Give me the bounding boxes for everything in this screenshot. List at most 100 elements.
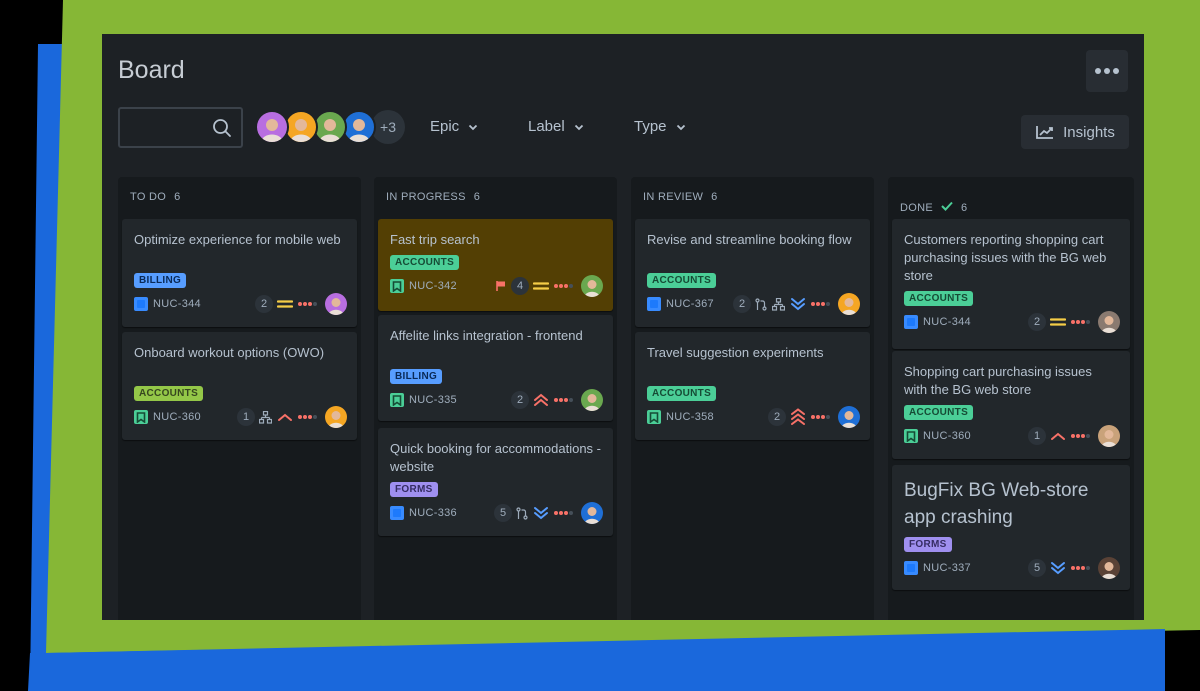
insights-button[interactable]: Insights	[1021, 115, 1129, 149]
priority-medium-icon	[1050, 318, 1066, 326]
child-issues-icon-wrap	[772, 297, 785, 311]
column-count: 6	[174, 191, 181, 203]
progress-dots-icon	[298, 415, 317, 419]
filter-label-label: Label	[528, 118, 565, 135]
person-icon	[1101, 430, 1117, 447]
person-icon	[328, 298, 344, 315]
avatar[interactable]	[313, 110, 347, 144]
person-icon	[328, 411, 344, 428]
issue-footer: NUC-342 4	[390, 275, 603, 297]
issue-title: Optimize experience for mobile web	[134, 232, 341, 247]
issue-card[interactable]: Onboard workout options (OWO) ACCOUNTS NUC…	[122, 332, 357, 440]
column-count: 6	[960, 201, 968, 214]
label-lozenge[interactable]: ACCOUNTS	[904, 291, 974, 306]
issue-title: BugFix BG Web-store app crashing	[904, 480, 1089, 528]
more-dot-icon	[1095, 68, 1101, 74]
issue-key[interactable]: NUC-337	[923, 562, 971, 574]
task-type-icon	[904, 561, 918, 575]
chart-trend-icon	[1036, 126, 1054, 139]
more-actions-button[interactable]	[1086, 50, 1128, 92]
assignee-avatar[interactable]	[1098, 557, 1120, 579]
issue-card[interactable]: Fast trip search ACCOUNTS NUC-342 4	[378, 219, 613, 311]
issue-key[interactable]: NUC-360	[923, 430, 971, 442]
story-type-icon	[134, 410, 148, 424]
task-type-icon	[390, 506, 404, 520]
priority-lowest-icon-wrap	[1050, 561, 1066, 575]
label-lozenge[interactable]: ACCOUNTS	[647, 273, 717, 288]
person-icon	[1101, 562, 1117, 579]
label-lozenge[interactable]: BILLING	[134, 273, 187, 288]
page-title: Board	[118, 56, 185, 84]
issue-footer: NUC-360 1	[134, 406, 347, 428]
priority-lowest-icon-wrap	[533, 506, 549, 520]
story-points-badge: 2	[511, 391, 529, 409]
child-issues-icon	[259, 410, 272, 424]
issue-key[interactable]: NUC-367	[666, 298, 714, 310]
label-lozenge[interactable]: FORMS	[390, 482, 438, 497]
issue-card[interactable]: Shopping cart purchasing issues with the…	[892, 351, 1130, 459]
issue-key[interactable]: NUC-358	[666, 411, 714, 423]
more-assignees-button[interactable]: +3	[371, 110, 405, 144]
label-lozenge[interactable]: FORMS	[904, 537, 952, 552]
priority-high-icon	[278, 413, 292, 421]
issue-key[interactable]: NUC-344	[153, 298, 201, 310]
issue-card[interactable]: Affelite links integration - frontend BIL…	[378, 315, 613, 421]
issue-key[interactable]: NUC-360	[153, 411, 201, 423]
priority-highest-icon	[534, 393, 548, 406]
issue-footer: NUC-360 1	[904, 425, 1120, 447]
child-issues-icon	[772, 297, 785, 311]
chevron-down-icon	[676, 124, 685, 130]
issue-key[interactable]: NUC-344	[923, 316, 971, 328]
issue-card[interactable]: Customers reporting shopping cart purcha…	[892, 219, 1130, 349]
story-type-icon	[390, 279, 404, 293]
progress-dots-icon	[554, 284, 573, 288]
filter-type[interactable]: Type	[634, 118, 686, 135]
filter-epic-label: Epic	[430, 118, 460, 135]
assignee-avatar[interactable]	[1098, 425, 1120, 447]
avatar[interactable]	[284, 110, 318, 144]
issue-card[interactable]: Revise and streamline booking flow ACCOUN…	[635, 219, 870, 327]
issue-card[interactable]: Quick booking for accommodations - websi…	[378, 428, 613, 536]
assignee-avatar[interactable]	[838, 293, 860, 315]
issue-card[interactable]: Optimize experience for mobile web BILLIN…	[122, 219, 357, 327]
column-header: TO DO 6	[130, 191, 181, 203]
assignee-avatar[interactable]	[581, 389, 603, 411]
label-lozenge[interactable]: ACCOUNTS	[647, 386, 717, 401]
label-lozenge[interactable]: ACCOUNTS	[390, 255, 460, 270]
filter-label[interactable]: Label	[528, 118, 584, 135]
column-title: IN PROGRESS	[386, 191, 466, 203]
label-lozenge[interactable]: ACCOUNTS	[134, 386, 204, 401]
board-column-in-review: IN REVIEW 6 Revise and streamline booking …	[631, 177, 874, 620]
story-points-badge: 2	[768, 408, 786, 426]
issue-footer: NUC-335 2	[390, 389, 603, 411]
label-lozenge[interactable]: BILLING	[390, 369, 443, 384]
priority-medium-icon-wrap	[533, 280, 549, 292]
issue-key[interactable]: NUC-336	[409, 507, 457, 519]
avatar[interactable]	[342, 110, 376, 144]
assignee-avatar[interactable]	[581, 502, 603, 524]
search-input[interactable]	[118, 107, 243, 148]
search-icon	[213, 119, 231, 137]
priority-lowest-icon-wrap	[790, 297, 806, 311]
assignee-avatar[interactable]	[838, 406, 860, 428]
issue-title: Shopping cart purchasing issues with the…	[904, 364, 1092, 397]
priority-medium-icon	[533, 282, 549, 290]
issue-card[interactable]: Travel suggestion experiments ACCOUNTS NUC…	[635, 332, 870, 440]
assignee-avatar[interactable]	[325, 406, 347, 428]
issue-key[interactable]: NUC-335	[409, 394, 457, 406]
avatar[interactable]	[255, 110, 289, 144]
pull-request-icon	[755, 297, 767, 311]
issue-footer: NUC-344 2	[134, 293, 347, 315]
label-lozenge[interactable]: ACCOUNTS	[904, 405, 974, 420]
issue-key[interactable]: NUC-342	[409, 280, 457, 292]
priority-high-icon-wrap	[277, 411, 293, 423]
issue-title: Customers reporting shopping cart purcha…	[904, 232, 1107, 283]
assignee-avatar[interactable]	[1098, 311, 1120, 333]
issue-card[interactable]: BugFix BG Web-store app crashing FORMS NUC…	[892, 465, 1130, 590]
assignee-avatar[interactable]	[325, 293, 347, 315]
filter-epic[interactable]: Epic	[430, 118, 478, 135]
assignee-avatar[interactable]	[581, 275, 603, 297]
task-type-icon	[904, 315, 918, 329]
priority-lowest-icon	[1051, 562, 1065, 575]
task-type-icon	[647, 297, 661, 311]
